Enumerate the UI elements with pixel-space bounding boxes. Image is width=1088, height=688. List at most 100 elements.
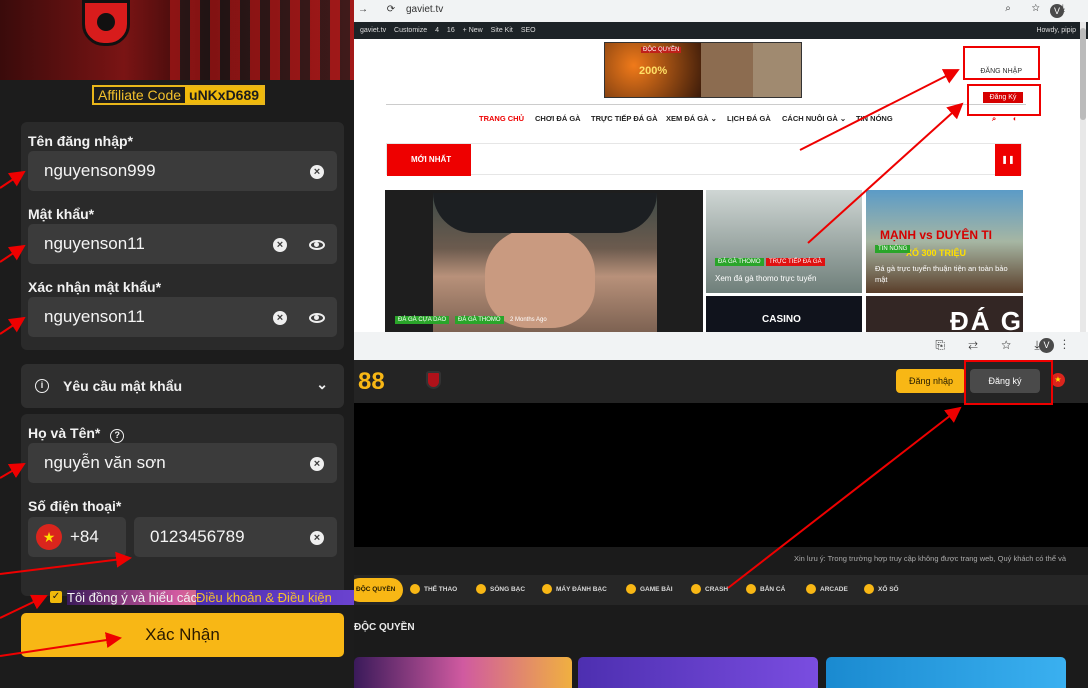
cat-fishing[interactable]: BẮN CÁ bbox=[746, 575, 785, 605]
clear-phone-icon[interactable]: × bbox=[310, 531, 324, 545]
menu-schedule[interactable]: LỊCH ĐÁ GÀ bbox=[727, 114, 771, 123]
game-tile-3[interactable] bbox=[826, 657, 1066, 688]
cat-crash-label: CRASH bbox=[705, 586, 729, 593]
post2-tag-2[interactable]: TRỰC TIẾP ĐÁ GÀ bbox=[766, 258, 825, 266]
ad-banner[interactable]: ĐỘC QUYỀN 200% bbox=[604, 42, 802, 98]
post3-banner-title: MẠNH vs DUYÊN TI bbox=[880, 228, 993, 242]
cat-sports[interactable]: THỂ THAO bbox=[410, 575, 457, 605]
clear-fullname-icon[interactable]: × bbox=[310, 457, 324, 471]
wp-new-link[interactable]: + New bbox=[463, 27, 483, 34]
post-card-3[interactable]: MẠNH vs DUYÊN TI XỔ 300 TRIỆU TIN NÓNG Đ… bbox=[866, 190, 1023, 293]
show-confirm-eye-icon[interactable] bbox=[309, 313, 325, 323]
password-input[interactable]: nguyenson11 bbox=[28, 224, 337, 264]
post-card-4[interactable]: CASINO bbox=[706, 296, 862, 332]
fullname-input[interactable]: nguyễn văn sơn bbox=[28, 443, 337, 483]
cat-card-games[interactable]: GAME BÀI bbox=[626, 575, 673, 605]
terms-link[interactable]: Điều khoản & Điều kiện bbox=[196, 590, 354, 605]
lottery-icon bbox=[864, 584, 874, 595]
wp-howdy[interactable]: Howdy, pipip bbox=[1036, 22, 1076, 39]
address-bar[interactable]: gaviet.tv bbox=[406, 4, 443, 15]
phone-input[interactable]: 0123456789 bbox=[134, 517, 337, 557]
highlight-register-box bbox=[967, 84, 1041, 116]
post-card-2[interactable]: ĐÁ GÀ THOMO TRỰC TIẾP ĐÁ GÀ Xem đá gà th… bbox=[706, 190, 862, 293]
clear-confirm-icon[interactable]: × bbox=[273, 311, 287, 325]
profile-avatar-2[interactable]: V bbox=[1039, 338, 1054, 353]
wp-sitekit-link[interactable]: Site Kit bbox=[491, 27, 513, 34]
post-card-5[interactable]: ĐÁ G bbox=[866, 296, 1023, 332]
password-requirements-toggle[interactable]: i Yêu cầu mật khẩu ⌄ bbox=[21, 364, 344, 408]
chevron-down-icon: ⌄ bbox=[316, 376, 328, 392]
slots-icon bbox=[542, 584, 552, 595]
scrollbar-thumb[interactable] bbox=[1080, 28, 1086, 120]
fullname-label: Họ và Tên* ? bbox=[28, 425, 125, 443]
cat-arcade[interactable]: ARCADE bbox=[806, 575, 848, 605]
submit-button[interactable]: Xác Nhận bbox=[21, 613, 344, 657]
menu-home[interactable]: TRANG CHỦ bbox=[479, 114, 524, 123]
cat-casino[interactable]: SÒNG BẠC bbox=[476, 575, 525, 605]
profile-avatar[interactable]: V bbox=[1050, 4, 1064, 18]
nav-buttons[interactable]: → ⟳ bbox=[358, 4, 403, 15]
language-flag-icon[interactable]: ★ bbox=[1051, 373, 1065, 387]
wp-seo-link[interactable]: SEO bbox=[521, 27, 536, 34]
post1-tag-1[interactable]: ĐÁ GÀ CỰA DAO bbox=[395, 316, 450, 324]
affiliate-label: Affiliate Code bbox=[94, 87, 186, 103]
post3-title[interactable]: Đá gà trực tuyến thuận tiện an toàn bảo … bbox=[875, 263, 1020, 285]
wp-customize-link[interactable]: Customize bbox=[394, 27, 427, 34]
highlight-login-box bbox=[963, 46, 1040, 80]
newest-label: MỚI NHẤT bbox=[387, 144, 471, 176]
post3-banner-prize: XỔ 300 TRIỆU bbox=[906, 248, 967, 258]
crash-icon bbox=[691, 584, 701, 595]
menu-raising[interactable]: CÁCH NUÔI GÀ ⌄ bbox=[782, 114, 846, 123]
section-title: ĐỘC QUYỀN bbox=[354, 622, 415, 633]
confirm-password-input[interactable]: nguyenson11 bbox=[28, 297, 337, 337]
players-image bbox=[170, 0, 354, 80]
ad-promo-text: 200% bbox=[639, 65, 668, 77]
ad-image-legs bbox=[701, 43, 753, 97]
wp-comments-count[interactable]: 4 bbox=[435, 27, 439, 34]
password-label: Mật khẩu* bbox=[28, 206, 95, 222]
cards-icon bbox=[626, 584, 636, 595]
arcade-icon bbox=[806, 584, 816, 595]
cat-slots[interactable]: MÁY ĐÁNH BẠC bbox=[542, 575, 607, 605]
clear-password-icon[interactable]: × bbox=[273, 238, 287, 252]
login-button[interactable]: Đăng nhập bbox=[896, 369, 966, 393]
post1-time: 2 Months Ago bbox=[510, 317, 547, 323]
help-icon[interactable]: ? bbox=[110, 429, 125, 443]
clear-username-icon[interactable]: × bbox=[310, 165, 324, 179]
scrollbar[interactable] bbox=[1080, 22, 1086, 332]
post3-tag[interactable]: TIN NÓNG bbox=[875, 245, 911, 253]
cat-lottery[interactable]: XỔ SỐ bbox=[864, 575, 899, 605]
post1-tag-2[interactable]: ĐÁ GÀ THOMO bbox=[455, 316, 504, 324]
post2-title[interactable]: Xem đá gà thomo trực tuyến bbox=[715, 274, 816, 283]
affiliate-code-badge: Affiliate Code uNKxD689 bbox=[92, 85, 266, 105]
post2-tag-1[interactable]: ĐÁ GÀ THOMO bbox=[715, 258, 764, 266]
fullname-label-text: Họ và Tên* bbox=[28, 425, 101, 441]
wp-site-link[interactable]: gaviet.tv bbox=[360, 27, 386, 34]
username-input[interactable]: nguyenson999 bbox=[28, 151, 337, 191]
menu-watch[interactable]: XEM ĐÁ GÀ ⌄ bbox=[666, 114, 717, 123]
wp-pending-count[interactable]: 16 bbox=[447, 27, 455, 34]
menu-hot-news[interactable]: TIN NÓNG bbox=[856, 114, 893, 123]
show-password-eye-icon[interactable] bbox=[309, 240, 325, 250]
country-code-select[interactable]: ★ +84 bbox=[28, 517, 126, 557]
cat-crash[interactable]: CRASH bbox=[691, 575, 728, 605]
pause-icon[interactable]: ❚❚ bbox=[995, 144, 1021, 176]
site88-logo[interactable]: 88 bbox=[358, 368, 385, 396]
menu-live[interactable]: TRỰC TIẾP ĐÁ GÀ bbox=[591, 114, 658, 123]
cat-exclusive[interactable]: ĐỘC QUYỀN bbox=[354, 578, 404, 602]
post-card-1[interactable]: ĐÁ GÀ CỰA DAO ĐÁ GÀ THOMO 2 Months Ago bbox=[385, 190, 703, 332]
menu-play[interactable]: CHƠI ĐÁ GÀ bbox=[535, 114, 581, 123]
phone-label: Số điện thoại* bbox=[28, 498, 122, 514]
cat-fishing-label: BẮN CÁ bbox=[760, 586, 786, 593]
toolbar-icons-2[interactable]: ⎘ ⇄ ☆ ⤓ ⋮ bbox=[935, 338, 1076, 353]
cat-arcade-label: ARCADE bbox=[820, 586, 848, 593]
sports-icon bbox=[410, 584, 420, 595]
agree-checkbox[interactable]: ✓ bbox=[50, 591, 62, 603]
vietnam-flag-icon: ★ bbox=[36, 524, 62, 550]
club-crest-logo bbox=[82, 0, 130, 46]
game-tile-2[interactable] bbox=[578, 657, 818, 688]
game-tile-1[interactable] bbox=[354, 657, 572, 688]
post-photo-face bbox=[485, 228, 595, 328]
club-banner bbox=[0, 0, 354, 80]
hero-video[interactable] bbox=[354, 403, 1088, 547]
